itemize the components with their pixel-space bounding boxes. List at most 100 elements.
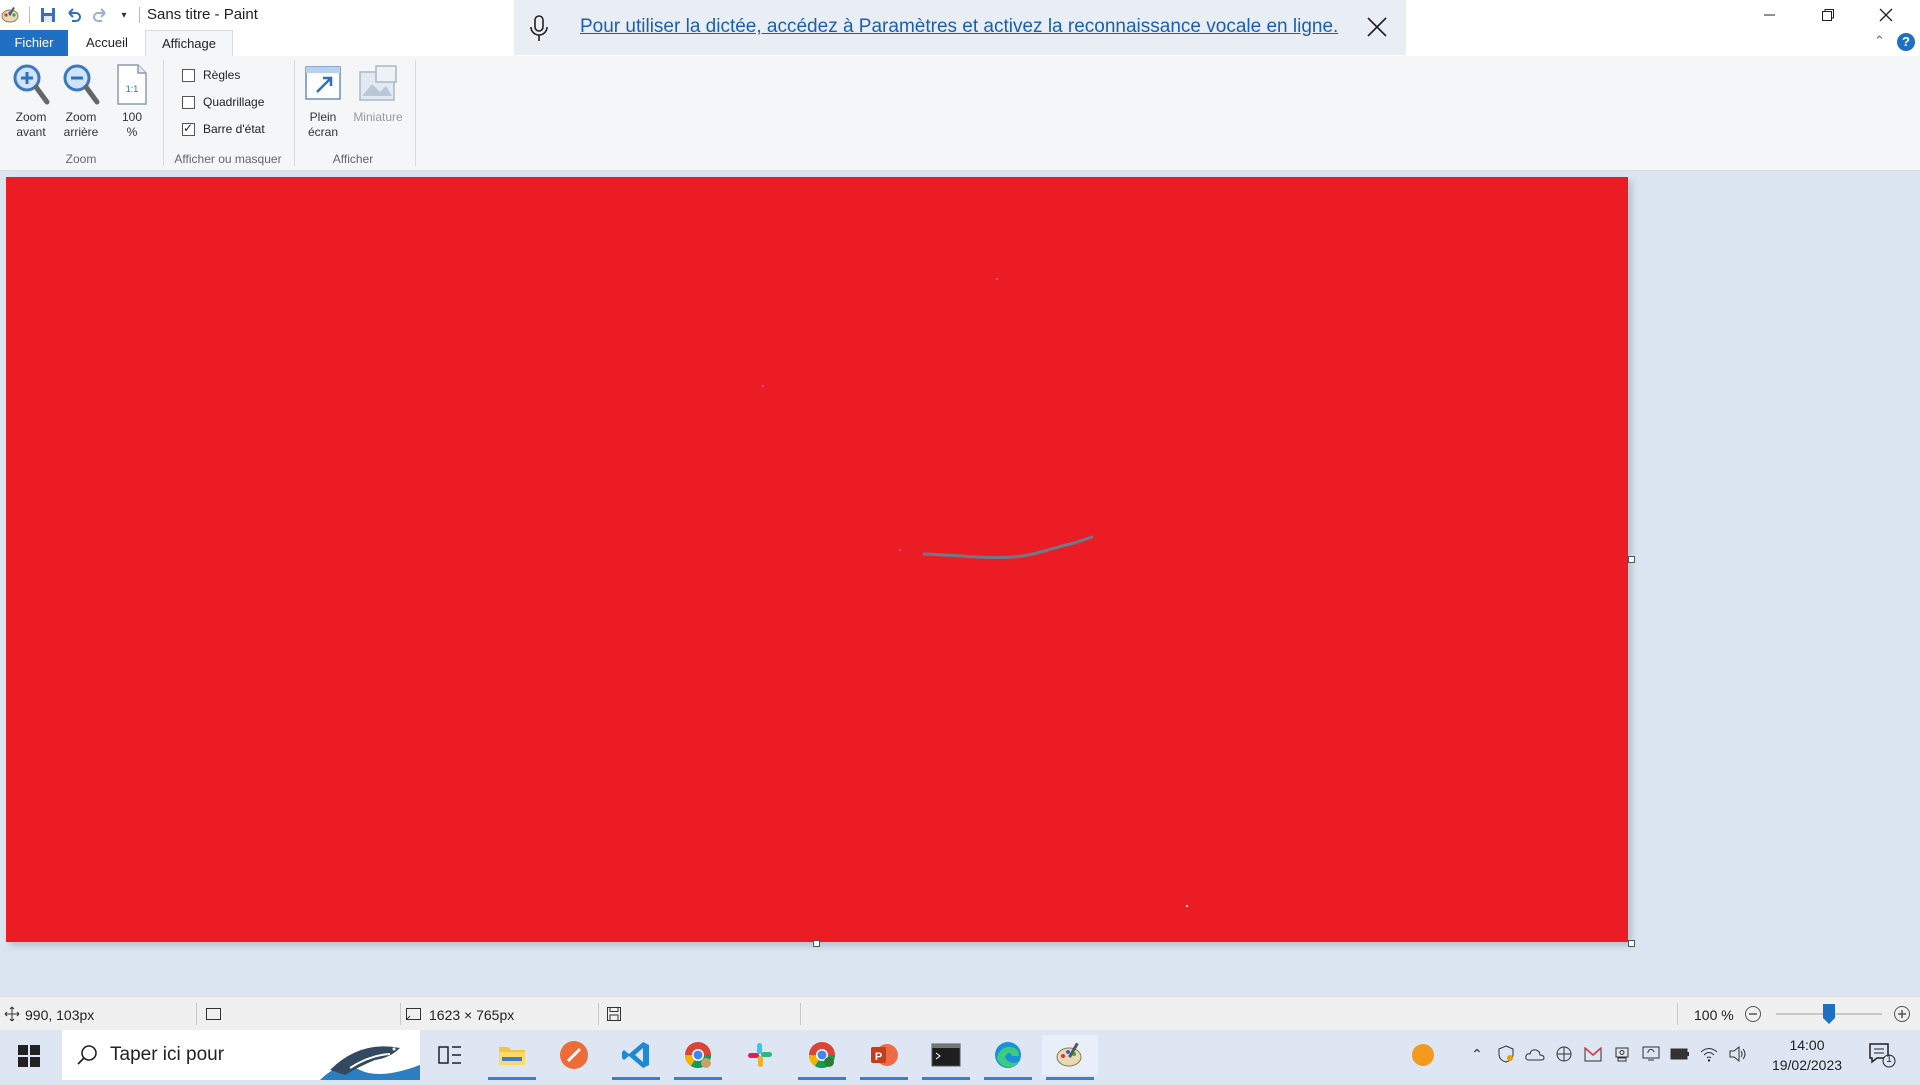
chrome-profile-icon[interactable]	[670, 1035, 726, 1080]
edge-icon[interactable]	[980, 1035, 1036, 1080]
tab-fichier[interactable]: Fichier	[0, 30, 68, 56]
statusbar-checkbox-row[interactable]: Barre d'état	[182, 121, 265, 136]
zoom-100-label-1: 100	[121, 110, 143, 124]
help-icon[interactable]: ?	[1897, 33, 1915, 51]
thumbnail-button[interactable]: Miniature	[348, 62, 408, 125]
notification-count: 1	[1886, 1054, 1892, 1065]
ribbon-separator	[415, 60, 416, 166]
status-separator	[800, 1003, 801, 1025]
windows-start-icon[interactable]	[18, 1045, 40, 1072]
zoom-100-button[interactable]: 1:1 100 %	[108, 62, 156, 140]
gridlines-checkbox-row[interactable]: Quadrillage	[182, 95, 264, 109]
canvas-drawing-layer	[762, 278, 1188, 907]
redo-icon[interactable]	[90, 5, 110, 25]
terminal-icon[interactable]	[918, 1035, 974, 1080]
banner-close-icon[interactable]	[1366, 16, 1388, 43]
gridlines-label: Quadrillage	[203, 95, 265, 109]
status-separator	[598, 1003, 599, 1025]
search-highlight-illustration-icon	[320, 1030, 420, 1085]
collapse-ribbon-icon[interactable]: ⌃	[1874, 33, 1885, 49]
zoom-out-button[interactable]: Zoom arrière	[56, 62, 106, 140]
slack-icon[interactable]	[732, 1035, 788, 1075]
cursor-position: 990, 103px	[25, 1007, 95, 1023]
file-size-icon	[606, 1006, 622, 1027]
onedrive-cloud-icon[interactable]	[1525, 1044, 1545, 1064]
search-icon	[76, 1044, 98, 1071]
network-share-icon[interactable]	[1554, 1044, 1574, 1064]
ribbon-separator	[294, 60, 295, 166]
status-separator	[196, 1003, 197, 1025]
resize-handle-bottom[interactable]	[813, 940, 820, 947]
save-icon[interactable]	[38, 5, 58, 25]
rulers-checkbox-row[interactable]: Règles	[182, 68, 240, 82]
postman-icon[interactable]	[546, 1035, 602, 1075]
vscode-icon[interactable]	[608, 1035, 664, 1080]
resize-handle-right[interactable]	[1628, 556, 1635, 563]
pencil-stroke	[922, 535, 1094, 560]
toolbar-divider	[29, 7, 30, 23]
statusbar-label: Barre d'état	[203, 122, 265, 136]
dictation-settings-link[interactable]: Pour utiliser la dictée, accédez à Param…	[580, 16, 1338, 38]
zoom-group-label: Zoom	[65, 152, 97, 166]
cursor-position-icon	[4, 1006, 20, 1027]
powerpoint-icon[interactable]: P	[856, 1035, 912, 1080]
status-separator	[400, 1003, 401, 1025]
title-divider	[139, 7, 140, 23]
zoom-in-label-1: Zoom	[15, 110, 47, 124]
gridlines-checkbox[interactable]	[182, 95, 195, 109]
canvas-dot	[899, 549, 901, 551]
resize-handle-corner[interactable]	[1628, 940, 1635, 947]
drawing-canvas[interactable]	[6, 177, 1628, 942]
zoom-slider-thumb[interactable]	[1823, 1004, 1835, 1024]
fullscreen-icon	[298, 62, 348, 110]
fullscreen-label-2: écran	[307, 125, 339, 139]
system-clock[interactable]: 14:00 19/02/2023	[1764, 1035, 1850, 1075]
mail-alert-icon[interactable]	[1583, 1044, 1603, 1064]
clock-date: 19/02/2023	[1771, 1057, 1843, 1073]
zoom-in-icon	[6, 62, 56, 110]
rulers-label: Règles	[203, 68, 241, 82]
svg-text:P: P	[875, 1051, 882, 1063]
search-placeholder: Taper ici pour	[110, 1044, 225, 1065]
tab-affichage[interactable]: Affichage	[145, 30, 233, 56]
status-circle-icon[interactable]	[1410, 1042, 1436, 1068]
zoom-level: 100 %	[1694, 1007, 1734, 1023]
close-button[interactable]	[1858, 0, 1914, 30]
status-separator	[1677, 1003, 1678, 1025]
file-explorer-icon[interactable]	[484, 1035, 540, 1080]
task-view-icon[interactable]	[422, 1035, 478, 1075]
image-size-icon	[405, 1006, 423, 1027]
show-hidden-icons-chevron-icon[interactable]: ⌃	[1467, 1044, 1487, 1064]
zoom-in-label-2: avant	[16, 125, 46, 139]
restore-button[interactable]	[1800, 0, 1856, 30]
rulers-checkbox[interactable]	[182, 68, 195, 82]
battery-icon[interactable]	[1670, 1044, 1690, 1064]
zoom-in-small-icon[interactable]	[1893, 1005, 1911, 1028]
zoom-in-button[interactable]: Zoom avant	[6, 62, 56, 140]
zoom-out-label-1: Zoom	[65, 110, 97, 124]
paint-app-icon[interactable]	[0, 5, 20, 25]
undo-icon[interactable]	[64, 5, 84, 25]
display-sync-icon[interactable]	[1641, 1044, 1661, 1064]
paint-taskbar-icon[interactable]	[1042, 1035, 1098, 1080]
statusbar-checkbox[interactable]	[182, 121, 195, 136]
canvas-dot	[762, 385, 764, 387]
chrome-icon[interactable]	[794, 1035, 850, 1080]
show-hide-group-label: Afficher ou masquer	[174, 152, 282, 166]
volume-icon[interactable]	[1728, 1044, 1748, 1064]
fullscreen-button[interactable]: Plein écran	[298, 62, 348, 140]
wifi-icon[interactable]	[1699, 1044, 1719, 1064]
security-shield-icon[interactable]	[1496, 1044, 1516, 1064]
fullscreen-label-1: Plein	[309, 110, 337, 124]
notification-center-icon[interactable]: 1	[1868, 1042, 1896, 1073]
ribbon-panel: Zoom avant Zoom arrière 1:1 100 % Zoom R…	[0, 56, 1920, 171]
camera-device-icon[interactable]	[1612, 1044, 1632, 1064]
zoom-out-small-icon[interactable]	[1744, 1005, 1762, 1028]
customize-quick-access-icon[interactable]: ▾	[114, 5, 134, 25]
taskbar: Taper ici pour P ⌃ 14:00 19/02/2023 1	[0, 1030, 1920, 1080]
tab-accueil[interactable]: Accueil	[74, 30, 140, 56]
thumbnail-icon	[348, 62, 408, 110]
minimize-button[interactable]	[1742, 0, 1798, 30]
taskbar-search-box[interactable]: Taper ici pour	[62, 1030, 420, 1080]
zoom-out-icon	[56, 62, 106, 110]
